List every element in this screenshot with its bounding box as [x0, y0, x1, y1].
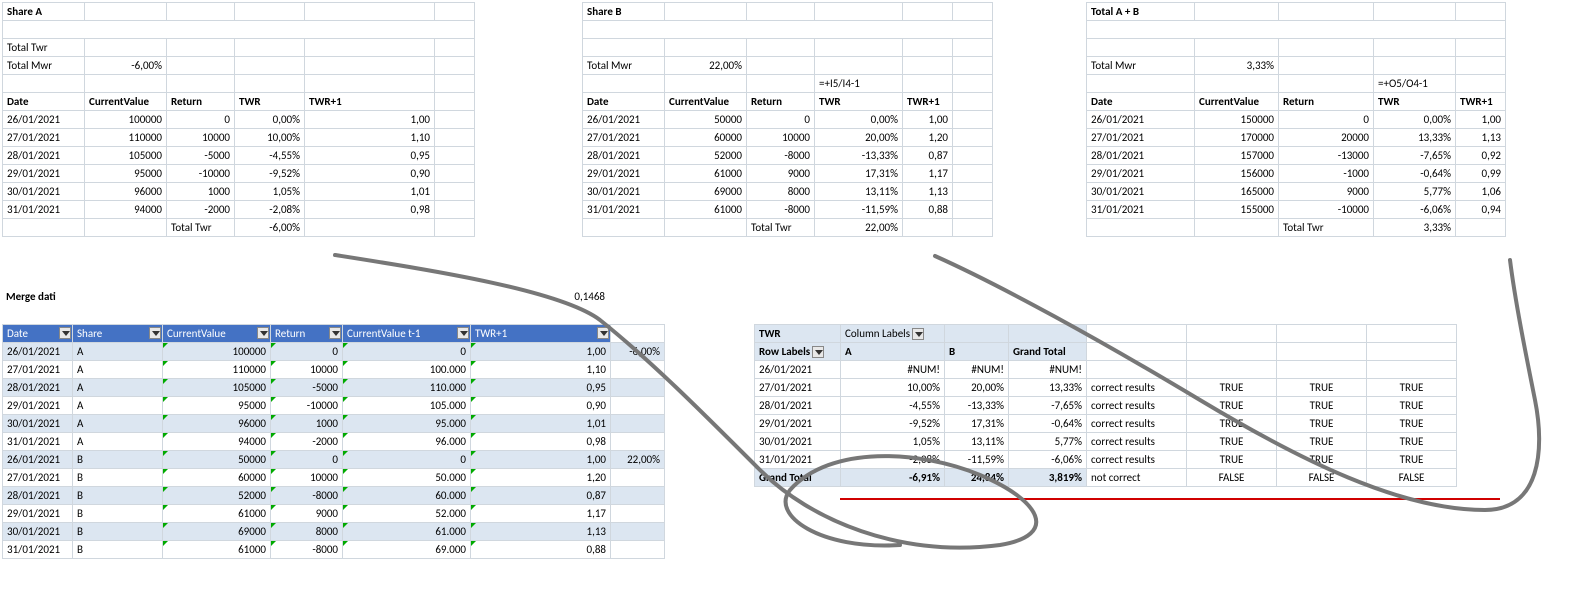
- formula-hint: =+I5/I4-1: [815, 75, 903, 93]
- table-row: 29/01/2021156000-1000-0,64%0,99: [1087, 165, 1506, 183]
- total-mwr-label: Total Mwr: [1087, 57, 1195, 75]
- table-row: 28/01/2021B52000-800060.0000,87: [3, 487, 665, 505]
- merge-header-row: Date Share CurrentValue Return CurrentVa…: [3, 325, 665, 343]
- table-row: 28/01/2021157000-13000-7,65%0,92: [1087, 147, 1506, 165]
- pivot-col-b: B: [945, 343, 1009, 361]
- share-b-table: Share B Total Mwr 22,00% =+I5/I4-1 Date …: [582, 2, 993, 237]
- share-b-title: Share B: [583, 3, 665, 21]
- table-row: 29/01/202195000-10000-9,52%0,90: [3, 165, 475, 183]
- table-row: 30/01/202116500090005,77%1,06: [1087, 183, 1506, 201]
- total-twr-footer: Total Twr: [167, 219, 235, 237]
- total-mwr-label: Total Mwr: [583, 57, 665, 75]
- filter-twr1[interactable]: TWR+1: [471, 325, 611, 343]
- table-row: 27/01/2021A11000010000100.0001,10: [3, 361, 665, 379]
- table-row: 28/01/202152000-8000-13,33%0,87: [583, 147, 993, 165]
- total-ab-title: Total A + B: [1087, 3, 1195, 21]
- total-mwr-value: -6,00%: [85, 57, 167, 75]
- table-row: 31/01/2021B61000-800069.0000,88: [3, 541, 665, 559]
- table-row: 29/01/202161000900017,31%1,17: [583, 165, 993, 183]
- total-twr-footer: Total Twr: [1279, 219, 1374, 237]
- table-row: 31/01/202194000-2000-2,08%0,98: [3, 201, 475, 219]
- dropdown-icon[interactable]: [149, 327, 161, 339]
- pivot-col-grandtotal: Grand Total: [1009, 343, 1087, 361]
- table-row: 26/01/2021#NUM!#NUM!#NUM!: [755, 361, 1457, 379]
- share-a-title: Share A: [3, 3, 85, 21]
- total-twr-footer-value: 3,33%: [1374, 219, 1456, 237]
- table-row: 30/01/2021B69000800061.0001,13: [3, 523, 665, 541]
- total-twr-footer-value: -6,00%: [235, 219, 305, 237]
- dropdown-icon[interactable]: [912, 328, 924, 340]
- total-mwr-value: 3,33%: [1195, 57, 1279, 75]
- table-header-row: Date CurrentValue Return TWR TWR+1: [583, 93, 993, 111]
- total-twr-label: Total Twr: [3, 39, 85, 57]
- pivot-column-labels[interactable]: Column Labels: [841, 325, 945, 343]
- formula-hint: =+O5/O4-1: [1374, 75, 1456, 93]
- not-correct-label: not correct: [1087, 469, 1187, 487]
- table-row: 27/01/202110,00%20,00%13,33%correct resu…: [755, 379, 1457, 397]
- table-row: 28/01/2021105000-5000-4,55%0,95: [3, 147, 475, 165]
- filter-currentvalue-t1[interactable]: CurrentValue t-1: [343, 325, 471, 343]
- table-row: 30/01/20219600010001,05%1,01: [3, 183, 475, 201]
- table-row: 26/01/202110000000,00%1,00: [3, 111, 475, 129]
- filter-date[interactable]: Date: [3, 325, 73, 343]
- total-mwr-value: 22,00%: [665, 57, 747, 75]
- table-row: 31/01/202161000-8000-11,59%0,88: [583, 201, 993, 219]
- filter-share[interactable]: Share: [73, 325, 163, 343]
- table-row: 27/01/20211700002000013,33%1,13: [1087, 129, 1506, 147]
- table-row: 27/01/2021B600001000050.0001,20: [3, 469, 665, 487]
- table-header-row: Date CurrentValue Return TWR TWR+1: [1087, 93, 1506, 111]
- table-row: 30/01/20211,05%13,11%5,77%correct result…: [755, 433, 1457, 451]
- total-ab-table: Total A + B Total Mwr 3,33% =+O5/O4-1 Da…: [1086, 2, 1506, 237]
- table-row: 28/01/2021A105000-5000110.0000,95: [3, 379, 665, 397]
- table-row: 31/01/2021-2,08%-11,59%-6,06%correct res…: [755, 451, 1457, 469]
- merge-table: Date Share CurrentValue Return CurrentVa…: [2, 324, 665, 559]
- pivot-grand-total-row: Grand Total -6,91% 24,84% 3,819% not cor…: [755, 469, 1457, 487]
- table-row: 26/01/2021B50000001,0022,00%: [3, 451, 665, 469]
- table-row: 31/01/2021A94000-200096.0000,98: [3, 433, 665, 451]
- table-row: 30/01/2021A96000100095.0001,01: [3, 415, 665, 433]
- table-row: 28/01/2021-4,55%-13,33%-7,65%correct res…: [755, 397, 1457, 415]
- table-row: 26/01/2021A100000001,00-6,00%: [3, 343, 665, 361]
- table-row: 29/01/2021A95000-10000105.0000,90: [3, 397, 665, 415]
- filter-return[interactable]: Return: [271, 325, 343, 343]
- pivot-col-a: A: [841, 343, 945, 361]
- table-row: 26/01/20215000000,00%1,00: [583, 111, 993, 129]
- pivot-twr-label: TWR: [755, 325, 841, 343]
- dropdown-icon[interactable]: [329, 327, 341, 339]
- table-row: 27/01/20211100001000010,00%1,10: [3, 129, 475, 147]
- total-mwr-label: Total Mwr: [3, 57, 85, 75]
- table-row: 29/01/2021B61000900052.0001,17: [3, 505, 665, 523]
- table-row: 31/01/2021155000-10000-6,06%0,94: [1087, 201, 1506, 219]
- table-header-row: Date CurrentValue Return TWR TWR+1: [3, 93, 475, 111]
- total-twr-footer-value: 22,00%: [815, 219, 903, 237]
- table-row: 27/01/2021600001000020,00%1,20: [583, 129, 993, 147]
- annotation-red-line: [840, 498, 1500, 500]
- table-row: 29/01/2021-9,52%17,31%-0,64%correct resu…: [755, 415, 1457, 433]
- dropdown-icon[interactable]: [257, 327, 269, 339]
- total-twr-footer: Total Twr: [747, 219, 815, 237]
- dropdown-icon[interactable]: [457, 327, 469, 339]
- dropdown-icon[interactable]: [597, 327, 609, 339]
- share-a-table: Share A Total Twr Total Mwr -6,00% Date …: [2, 2, 475, 237]
- dropdown-icon[interactable]: [812, 346, 824, 358]
- grand-total-label: Grand Total: [755, 469, 841, 487]
- pivot-table: TWR Column Labels Row Labels A B Grand T…: [754, 324, 1457, 487]
- pivot-row-labels[interactable]: Row Labels: [755, 343, 841, 361]
- table-row: 30/01/202169000800013,11%1,13: [583, 183, 993, 201]
- table-row: 26/01/202115000000,00%1,00: [1087, 111, 1506, 129]
- merge-side-value: 0,1468: [545, 290, 605, 303]
- filter-currentvalue[interactable]: CurrentValue: [163, 325, 271, 343]
- merge-title: Merge dati: [6, 290, 56, 303]
- dropdown-icon[interactable]: [59, 327, 71, 339]
